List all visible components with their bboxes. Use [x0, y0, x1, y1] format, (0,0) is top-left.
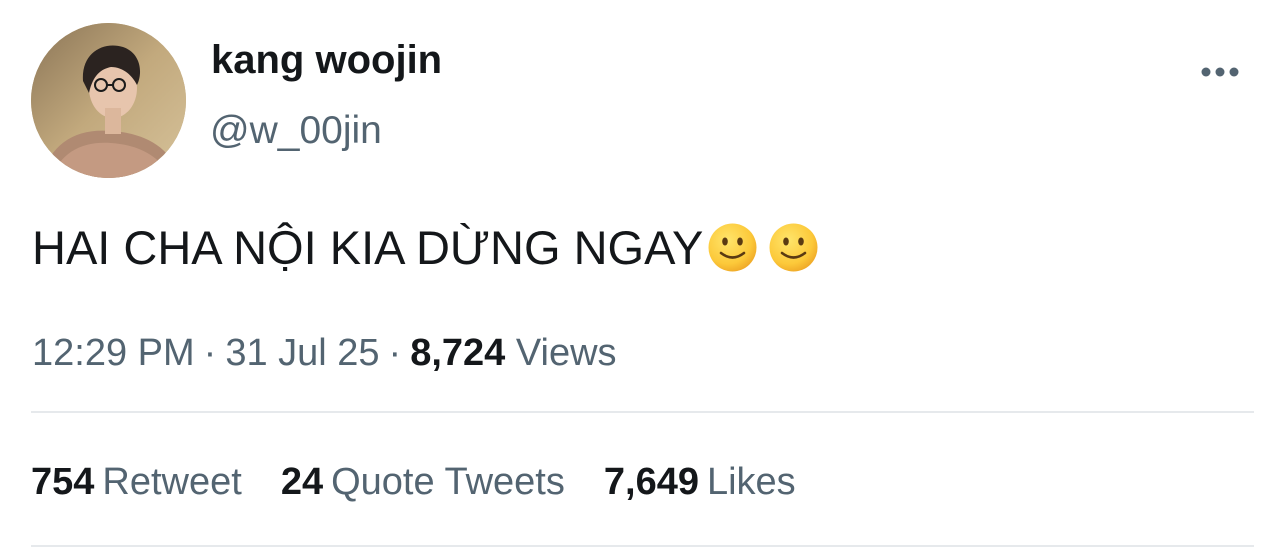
slightly-smiling-face-emoji [768, 222, 819, 273]
retweets-stat[interactable]: 754 Retweet [31, 461, 242, 504]
stat-label: Retweet [102, 461, 242, 503]
divider [31, 411, 1254, 413]
display-name[interactable]: kang woojin [211, 38, 442, 83]
slightly-smiling-face-emoji [707, 222, 758, 273]
tweet-card: kang woojin @w_00jin HAI CHA NỘI KIA DỪN… [0, 0, 1284, 550]
stat-label: Likes [706, 461, 796, 503]
tweet-meta: 12:29 PM · 31 Jul 25 · 8,724 Views [32, 332, 617, 375]
views-label[interactable]: Views [516, 332, 617, 374]
engagement-stats: 754 Retweet 24 Quote Tweets 7,649 Likes [31, 461, 835, 504]
avatar[interactable] [31, 23, 186, 178]
likes-stat[interactable]: 7,649 Likes [604, 461, 796, 504]
stat-label: Quote Tweets [331, 461, 565, 503]
tweet-text-content: HAI CHA NỘI KIA DỪNG NGAY [32, 221, 704, 274]
user-handle[interactable]: @w_00jin [210, 109, 382, 153]
divider [31, 545, 1254, 547]
stat-count: 754 [31, 461, 95, 503]
more-options-icon[interactable] [1196, 56, 1244, 88]
meta-separator: · [388, 332, 402, 374]
quote-tweets-stat[interactable]: 24 Quote Tweets [281, 461, 565, 504]
meta-separator: · [203, 332, 217, 374]
tweet-date[interactable]: 31 Jul 25 [225, 332, 379, 374]
avatar-photo [31, 23, 186, 178]
tweet-time[interactable]: 12:29 PM [32, 332, 195, 374]
views-count[interactable]: 8,724 [410, 332, 505, 374]
stat-count: 24 [280, 461, 324, 503]
stat-count: 7,649 [603, 461, 699, 503]
tweet-text: HAI CHA NỘI KIA DỪNG NGAY [32, 220, 819, 275]
